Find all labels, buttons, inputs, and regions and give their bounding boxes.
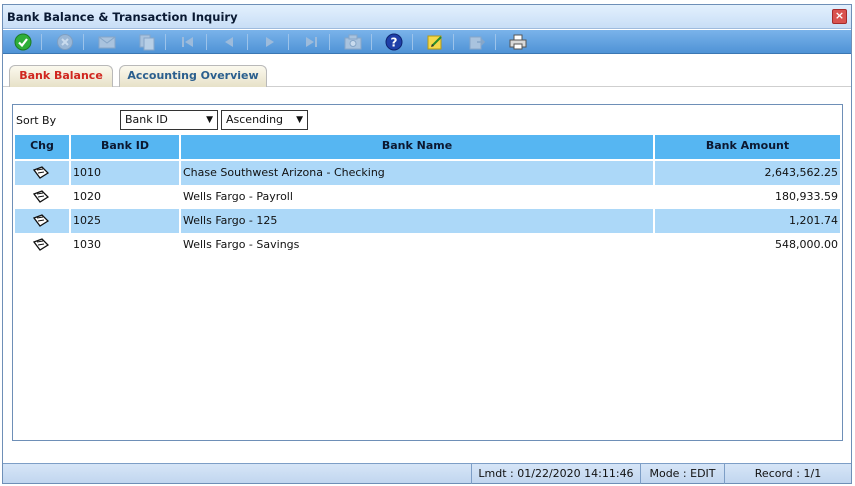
title-bar: Bank Balance & Transaction Inquiry × xyxy=(3,5,851,29)
tab-label: Bank Balance xyxy=(19,69,103,82)
status-mode: Mode : EDIT xyxy=(649,467,716,480)
close-icon: × xyxy=(834,9,845,22)
notes-button[interactable] xyxy=(425,33,445,51)
bank-amount-cell: 2,643,562.25 xyxy=(764,166,838,179)
col-header-bank-amount[interactable]: Bank Amount xyxy=(655,135,840,159)
inquiry-window: Bank Balance & Transaction Inquiry × ? B… xyxy=(2,4,852,484)
grid-header: Chg Bank ID Bank Name Bank Amount xyxy=(15,135,840,159)
sort-order-value: Ascending xyxy=(226,113,284,126)
bank-name-cell: Chase Southwest Arizona - Checking xyxy=(183,166,385,179)
bank-id-cell: 1020 xyxy=(73,190,101,203)
edit-pencil-icon[interactable] xyxy=(33,214,49,227)
tab-strip: Bank Balance Accounting Overview xyxy=(3,54,851,87)
col-header-bank-id[interactable]: Bank ID xyxy=(71,135,179,159)
bank-id-cell: 1025 xyxy=(73,214,101,227)
svg-text:?: ? xyxy=(391,36,398,50)
bank-name-cell: Wells Fargo - Payroll xyxy=(183,190,293,203)
next-record-button[interactable] xyxy=(260,33,280,51)
notes-icon xyxy=(427,35,442,50)
edit-pencil-icon[interactable] xyxy=(33,166,49,179)
tab-accounting-overview[interactable]: Accounting Overview xyxy=(119,65,267,87)
window-title: Bank Balance & Transaction Inquiry xyxy=(7,10,238,24)
export-button[interactable] xyxy=(467,33,487,51)
sort-order-select[interactable]: Ascending ▼ xyxy=(221,110,308,130)
print-button[interactable] xyxy=(508,33,528,51)
status-lmdt: Lmdt : 01/22/2020 14:11:46 xyxy=(478,467,634,480)
dropdown-arrow-icon: ▼ xyxy=(296,115,303,125)
status-bar: Lmdt : 01/22/2020 14:11:46 Mode : EDIT R… xyxy=(3,463,851,484)
last-icon xyxy=(306,37,317,47)
next-icon xyxy=(266,37,274,47)
sort-by-label: Sort By xyxy=(16,114,57,127)
col-header-bank-name[interactable]: Bank Name xyxy=(181,135,653,159)
bank-name-cell: Wells Fargo - 125 xyxy=(183,214,278,227)
export-icon xyxy=(469,36,486,50)
table-row[interactable]: 1010 Chase Southwest Arizona - Checking … xyxy=(15,161,840,185)
edit-pencil-icon[interactable] xyxy=(33,190,49,203)
tab-label: Accounting Overview xyxy=(127,69,259,82)
bank-id-cell: 1010 xyxy=(73,166,101,179)
camera-icon xyxy=(344,34,362,50)
bank-balance-panel: Sort By Bank ID ▼ Ascending ▼ Chg Bank I… xyxy=(12,104,843,441)
last-record-button[interactable] xyxy=(301,33,321,51)
help-icon: ? xyxy=(385,33,403,51)
email-button[interactable] xyxy=(97,33,117,51)
table-row[interactable]: 1030 Wells Fargo - Savings 548,000.00 xyxy=(15,233,840,257)
sort-field-value: Bank ID xyxy=(125,113,168,126)
bank-amount-cell: 548,000.00 xyxy=(775,238,838,251)
first-record-button[interactable] xyxy=(178,33,198,51)
first-icon xyxy=(182,37,193,47)
cancel-icon xyxy=(57,34,73,50)
mail-icon xyxy=(98,36,116,49)
col-header-chg[interactable]: Chg xyxy=(15,135,69,159)
bank-amount-cell: 1,201.74 xyxy=(789,214,838,227)
bank-name-cell: Wells Fargo - Savings xyxy=(183,238,300,251)
cancel-button[interactable] xyxy=(55,33,75,51)
toolbar: ? xyxy=(3,30,851,54)
close-button[interactable]: × xyxy=(832,9,847,24)
attachment-button[interactable] xyxy=(343,33,363,51)
prev-record-button[interactable] xyxy=(219,33,239,51)
table-row[interactable]: 1025 Wells Fargo - 125 1,201.74 xyxy=(15,209,840,233)
copy-icon xyxy=(139,34,155,51)
bank-id-cell: 1030 xyxy=(73,238,101,251)
help-button[interactable]: ? xyxy=(384,33,404,51)
edit-pencil-icon[interactable] xyxy=(33,238,49,251)
bank-amount-cell: 180,933.59 xyxy=(775,190,838,203)
save-button[interactable] xyxy=(13,33,33,51)
print-icon xyxy=(509,34,527,50)
copy-button[interactable] xyxy=(137,33,157,51)
status-record: Record : 1/1 xyxy=(754,467,822,480)
prev-icon xyxy=(225,37,233,47)
table-row[interactable]: 1020 Wells Fargo - Payroll 180,933.59 xyxy=(15,185,840,209)
dropdown-arrow-icon: ▼ xyxy=(206,115,213,125)
check-icon xyxy=(14,33,32,51)
sort-field-select[interactable]: Bank ID ▼ xyxy=(120,110,218,130)
tab-bank-balance[interactable]: Bank Balance xyxy=(9,65,113,87)
